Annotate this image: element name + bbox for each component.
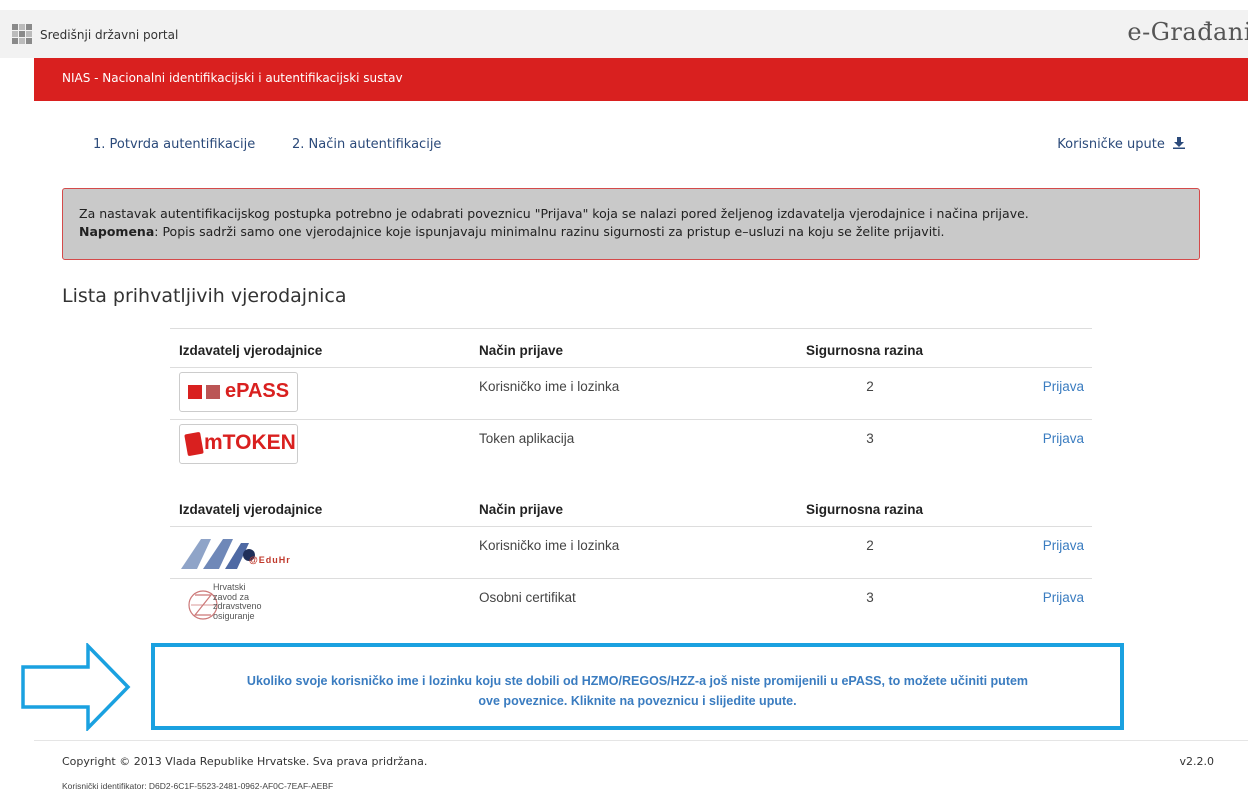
aai-logo-icon [181, 539, 255, 569]
login-link-hzzo[interactable]: Prijava [1043, 590, 1084, 605]
hzzo-logo: Hrvatski zavod za zdravstveno osiguranje [179, 582, 319, 627]
method-header: Način prijave [479, 502, 564, 517]
user-guide-link[interactable]: Korisničke upute [1057, 137, 1185, 152]
method-cell: Korisničko ime i lozinka [479, 538, 620, 553]
level-cell: 3 [866, 431, 874, 446]
banner-title: NIAS - Nacionalni identifikacijski i aut… [62, 71, 403, 85]
credentials-table-2: Izdavatelj vjerodajnice Način prijave Si… [170, 488, 1092, 630]
mtoken-logo-text: mTOKEN [204, 431, 296, 454]
method-cell: Token aplikacija [479, 431, 575, 446]
brand-title[interactable]: e-Građani [1127, 18, 1248, 46]
link-text-line-1: Ukoliko svoje korisničko ime i lozinku k… [246, 674, 1029, 688]
epass-logo: ePASS [179, 372, 298, 412]
user-guide-label: Korisničke upute [1057, 137, 1165, 152]
section-title: Lista prihvatljivih vjerodajnica [62, 285, 347, 307]
method-cell: Korisničko ime i lozinka [479, 379, 620, 394]
table-row: mTOKEN Token aplikacija 3 Prijava [170, 420, 1092, 471]
instruction-notice: Za nastavak autentifikacijskog postupka … [62, 188, 1200, 260]
eduhr-logo-text: @EduHr [249, 555, 291, 565]
portal-logo-icon[interactable] [12, 24, 32, 44]
portal-link[interactable]: Središnji državni portal [40, 28, 178, 42]
footer-divider [34, 740, 1248, 741]
table-header: Izdavatelj vjerodajnice Način prijave Si… [170, 488, 1092, 527]
system-banner: NIAS - Nacionalni identifikacijski i aut… [34, 58, 1248, 101]
issuer-header: Izdavatelj vjerodajnice [179, 502, 323, 517]
hzzo-logo-text: Hrvatski zavod za zdravstveno osiguranje [213, 582, 262, 621]
mtoken-logo: mTOKEN [179, 424, 298, 464]
credentials-table-1: Izdavatelj vjerodajnice Način prijave Si… [170, 328, 1092, 471]
step-auth-method[interactable]: 2. Način autentifikacije [292, 137, 441, 152]
login-link-eduhr[interactable]: Prijava [1043, 538, 1084, 553]
table-row: Hrvatski zavod za zdravstveno osiguranje… [170, 579, 1092, 630]
level-cell: 3 [866, 590, 874, 605]
method-header: Način prijave [479, 343, 564, 358]
epass-change-password-link[interactable]: Ukoliko svoje korisničko ime i lozinku k… [151, 643, 1124, 730]
version-label: v2.2.0 [1179, 755, 1215, 768]
login-link-epass[interactable]: Prijava [1043, 379, 1084, 394]
epass-logo-text: ePASS [225, 380, 290, 402]
notice-line-2: Napomena: Popis sadrži samo one vjerodaj… [79, 223, 1199, 241]
notice-text: : Popis sadrži samo one vjerodajnice koj… [154, 224, 945, 239]
level-cell: 2 [866, 379, 874, 394]
login-link-mtoken[interactable]: Prijava [1043, 431, 1084, 446]
notice-line-1: Za nastavak autentifikacijskog postupka … [79, 206, 1029, 221]
notice-label: Napomena [79, 224, 155, 239]
arrow-right-icon [21, 643, 131, 731]
level-header: Sigurnosna razina [806, 343, 924, 358]
level-cell: 2 [866, 538, 874, 553]
table-row: @EduHr Korisničko ime i lozinka 2 Prijav… [170, 527, 1092, 579]
top-bar: Središnji državni portal e-Građani [0, 10, 1248, 58]
table-header: Izdavatelj vjerodajnice Način prijave Si… [170, 329, 1092, 368]
aai-eduhr-logo: @EduHr [179, 531, 309, 573]
copyright-text: Copyright © 2013 Vlada Republike Hrvatsk… [62, 755, 428, 768]
method-cell: Osobni certifikat [479, 590, 576, 605]
link-text-line-2: ove poveznice. Kliknite na poveznicu i s… [478, 694, 797, 708]
table-row: ePASS Korisničko ime i lozinka 2 Prijava [170, 368, 1092, 420]
lock-icon [206, 385, 220, 399]
level-header: Sigurnosna razina [806, 502, 924, 517]
hzzo-text-line: osiguranje [213, 610, 255, 621]
lock-icon [188, 385, 202, 399]
phone-icon [184, 431, 204, 457]
issuer-header: Izdavatelj vjerodajnice [179, 343, 323, 358]
step-confirm-auth[interactable]: 1. Potvrda autentifikacije [93, 137, 255, 152]
download-icon [1173, 137, 1185, 149]
